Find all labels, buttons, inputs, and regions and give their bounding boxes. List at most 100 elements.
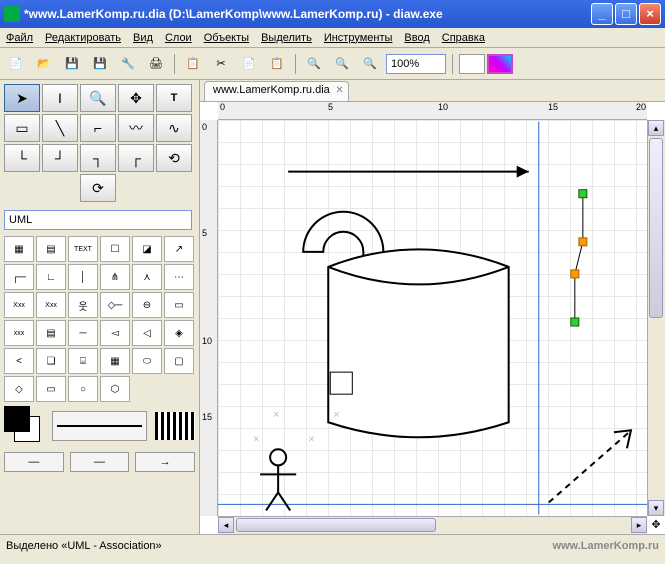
menu-select[interactable]: Выделить [261,32,312,44]
zoom-tool[interactable]: 🔍 [80,84,116,112]
shape-ddiam[interactable]: ◈ [164,320,194,346]
tab-label: www.LamerKomp.ru.dia [213,84,330,96]
shape-rect[interactable]: ▭ [36,376,66,402]
shape-assoc[interactable]: ─ [68,320,98,346]
menu-tools[interactable]: Инструменты [324,32,393,44]
shape-cyl[interactable]: ⌸ [68,348,98,374]
shape-dots[interactable]: ⋯ [164,264,194,290]
print-button[interactable]: 🖨 [144,52,168,76]
canvas[interactable]: × × × × [218,120,647,516]
shape-branch[interactable]: ⋔ [100,264,130,290]
open-button[interactable]: 📂 [32,52,56,76]
shape-xxx1[interactable]: Xxx [4,292,34,318]
scroll-tool[interactable]: ⟲ [156,144,192,172]
shape-life[interactable]: ┌─ [4,264,34,290]
bezier-tool[interactable]: ∿ [156,114,192,142]
copy-button[interactable]: 📋 [181,52,205,76]
curve-tool[interactable]: 〰 [118,114,154,142]
paste-button[interactable]: 📄 [237,52,261,76]
menu-objects[interactable]: Объекты [204,32,249,44]
shape-line[interactable]: │ [68,264,98,290]
shape-rrect[interactable]: ▢ [164,348,194,374]
shape-half[interactable]: ◁ [132,320,162,346]
new-button[interactable]: 📄 [4,52,28,76]
shape-class[interactable]: ▦ [4,236,34,262]
menu-input[interactable]: Ввод [404,32,429,44]
elbow2-tool[interactable]: ┘ [42,144,78,172]
export-button[interactable]: 🔧 [116,52,140,76]
zoom-fit-button[interactable]: 🔍 [358,52,382,76]
maximize-button[interactable]: □ [615,3,637,25]
text-cursor-tool[interactable]: I [42,84,78,112]
line-style-preview[interactable] [57,425,142,427]
undo-button[interactable]: 📋 [265,52,289,76]
line-weight[interactable]: — [70,452,130,472]
shape-grid[interactable]: ▦ [100,348,130,374]
shape-harrow[interactable]: ◅ [100,320,130,346]
line-tool[interactable]: ╲ [42,114,78,142]
text-tool[interactable]: T [156,84,192,112]
arrow-start[interactable]: — [4,452,64,472]
close-button[interactable]: × [639,3,661,25]
zoom-out-button[interactable]: 🔍 [330,52,354,76]
tab-bar: www.LamerKomp.ru.dia ✕ [200,80,665,102]
shape-stick[interactable]: 웃 [68,292,98,318]
cut-button[interactable]: ✂ [209,52,233,76]
shape-class3[interactable]: ▤ [36,320,66,346]
svg-text:×: × [333,409,339,421]
vertical-scrollbar[interactable]: ▴ ▾ [647,120,665,516]
minimize-button[interactable]: _ [591,3,613,25]
menu-bar: Файл Редактировать Вид Слои Объекты Выде… [0,28,665,48]
shape-palette: ▦ ▤ TEXT ☐ ◪ ↗ ┌─ ∟ │ ⋔ ⋏ ⋯ Xxx Xxx 웃 ◇─… [0,234,199,404]
menu-file[interactable]: Файл [6,32,33,44]
elbow4-tool[interactable]: ┌ [118,144,154,172]
zoom-input[interactable]: 100% [386,54,446,74]
image-tool[interactable]: ⟳ [80,174,116,202]
elbow3-tool[interactable]: ┐ [80,144,116,172]
tab-close-icon[interactable]: ✕ [335,85,343,96]
menu-edit[interactable]: Редактировать [45,32,121,44]
window-title: *www.LamerKomp.ru.dia (D:\LamerKomp\www.… [24,7,589,21]
shape-note2[interactable]: ◪ [132,236,162,262]
fg-swatch[interactable] [459,54,485,74]
shape-tree[interactable]: ⋏ [132,264,162,290]
horizontal-ruler: 0 5 10 15 20 [218,102,647,120]
rect-select-tool[interactable]: ▭ [4,114,40,142]
shape-obj[interactable]: ▭ [164,292,194,318]
shape-note[interactable]: TEXT [68,236,98,262]
shape-xxx3[interactable]: xxx [4,320,34,346]
polyline-tool[interactable]: ⌐ [80,114,116,142]
saveas-button[interactable]: 💾 [88,52,112,76]
save-button[interactable]: 💾 [60,52,84,76]
shape-aggreg[interactable]: ◇─ [100,292,130,318]
shape-oval[interactable]: ⬭ [132,348,162,374]
status-bar: Выделено «UML - Association» www.LamerKo… [0,534,665,556]
menu-help[interactable]: Справка [442,32,485,44]
shape-open[interactable]: < [4,348,34,374]
shape-circ2[interactable]: ○ [68,376,98,402]
pattern-preview[interactable] [155,412,195,440]
elbow1-tool[interactable]: └ [4,144,40,172]
menu-view[interactable]: Вид [133,32,153,44]
shape-xxx2[interactable]: Xxx [36,292,66,318]
shape-msg[interactable]: ↗ [164,236,194,262]
category-select[interactable]: UML [4,210,192,230]
bg-swatch[interactable] [487,54,513,74]
fg-color[interactable] [4,406,30,432]
shape-sbox[interactable]: ☐ [100,236,130,262]
document-tab[interactable]: www.LamerKomp.ru.dia ✕ [204,81,349,101]
shape-class2[interactable]: ▤ [36,236,66,262]
shape-hex[interactable]: ⬡ [100,376,130,402]
svg-text:×: × [308,433,314,445]
shape-3d[interactable]: ❏ [36,348,66,374]
nav-corner-icon[interactable]: ✥ [647,516,665,534]
move-tool[interactable]: ✥ [118,84,154,112]
shape-angle[interactable]: ∟ [36,264,66,290]
horizontal-scrollbar[interactable]: ◂ ▸ [218,516,647,534]
menu-layers[interactable]: Слои [165,32,192,44]
shape-diam[interactable]: ◇ [4,376,34,402]
zoom-in-button[interactable]: 🔍 [302,52,326,76]
shape-circ[interactable]: ⊖ [132,292,162,318]
arrow-end[interactable]: → [135,452,195,472]
pointer-tool[interactable]: ➤ [4,84,40,112]
